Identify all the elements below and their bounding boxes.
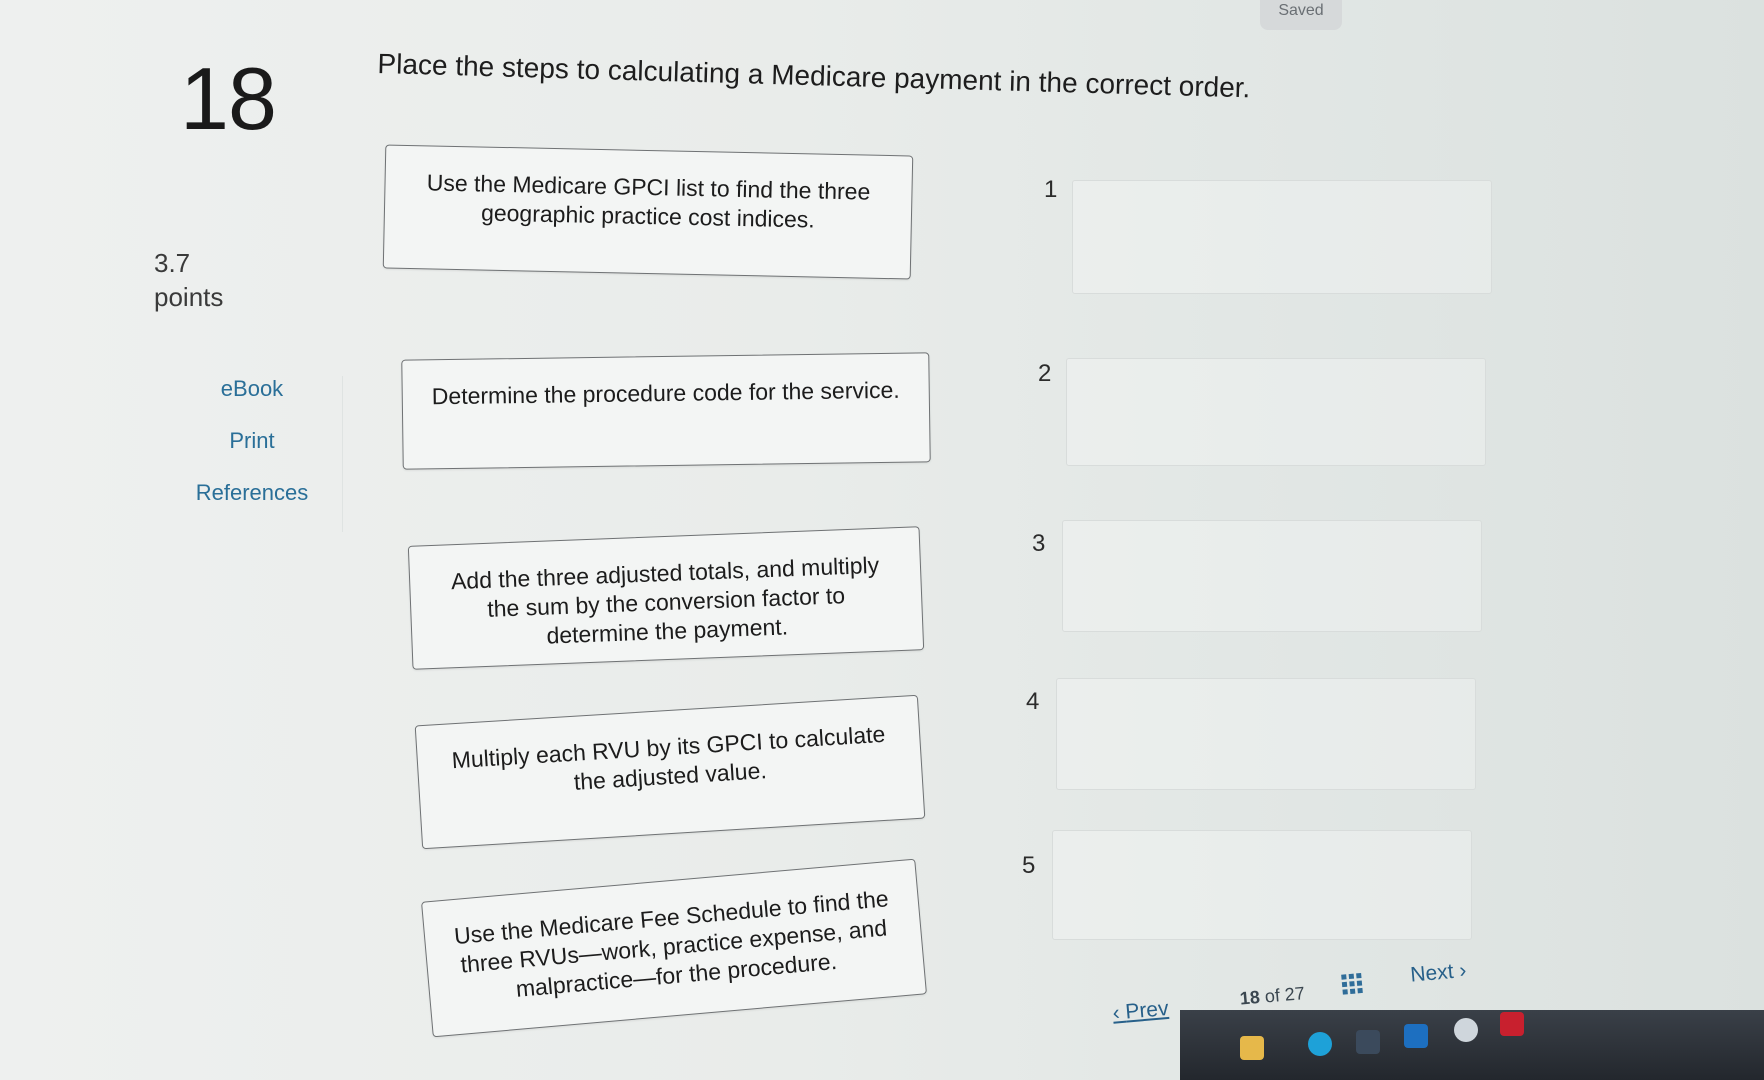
current-page: 18 xyxy=(1238,986,1261,1009)
points-label: points xyxy=(154,282,224,312)
tools-panel: eBook Print References xyxy=(162,376,343,532)
answer-card[interactable]: Determine the procedure code for the ser… xyxy=(401,352,931,470)
next-button[interactable]: Next › xyxy=(1409,959,1467,988)
drop-slot[interactable] xyxy=(1052,830,1472,940)
points-block: 3.7 points xyxy=(154,246,223,314)
grid-icon[interactable] xyxy=(1340,972,1364,996)
prev-button[interactable]: ‹ Prev xyxy=(1112,997,1170,1026)
card-text: Multiply each RVU by its GPCI to calcula… xyxy=(450,720,886,795)
page-of: of xyxy=(1263,985,1281,1007)
ebook-link[interactable]: eBook xyxy=(162,376,342,402)
folder-icon[interactable] xyxy=(1240,1036,1264,1060)
drop-slot[interactable] xyxy=(1072,180,1492,294)
slot-number: 1 xyxy=(1044,176,1058,203)
prev-label: Prev xyxy=(1124,996,1170,1024)
answer-card[interactable]: Add the three adjusted totals, and multi… xyxy=(407,526,925,670)
points-value: 3.7 xyxy=(154,248,191,278)
next-label: Next xyxy=(1409,959,1455,987)
card-text: Determine the procedure code for the ser… xyxy=(431,376,900,410)
card-text: Use the Medicare Fee Schedule to find th… xyxy=(452,885,890,1002)
dell-icon[interactable] xyxy=(1454,1018,1478,1042)
print-link[interactable]: Print xyxy=(162,428,342,454)
browser-icon[interactable] xyxy=(1308,1032,1332,1056)
card-text: Use the Medicare GPCI list to find the t… xyxy=(426,169,871,233)
os-taskbar xyxy=(1180,1010,1764,1080)
slot-number: 2 xyxy=(1038,360,1052,387)
references-link[interactable]: References xyxy=(162,480,342,506)
card-text: Add the three adjusted totals, and multi… xyxy=(450,551,880,649)
antivirus-icon[interactable] xyxy=(1500,1012,1524,1036)
slot-number: 3 xyxy=(1032,530,1046,557)
chevron-right-icon: › xyxy=(1452,958,1468,983)
answer-card[interactable]: Use the Medicare GPCI list to find the t… xyxy=(382,144,914,280)
saved-status: Saved xyxy=(1260,0,1342,30)
page-indicator: 18 of 27 xyxy=(1239,983,1306,1010)
app-icon[interactable] xyxy=(1404,1024,1428,1048)
drop-slot[interactable] xyxy=(1056,678,1476,790)
app-icon[interactable] xyxy=(1356,1030,1380,1054)
drop-slot[interactable] xyxy=(1066,358,1486,466)
total-pages: 27 xyxy=(1283,983,1306,1005)
question-number: 18 xyxy=(180,49,277,148)
slot-number: 4 xyxy=(1026,688,1040,715)
question-instruction: Place the steps to calculating a Medicar… xyxy=(377,48,1251,104)
answer-card[interactable]: Multiply each RVU by its GPCI to calcula… xyxy=(414,694,926,850)
answer-card[interactable]: Use the Medicare Fee Schedule to find th… xyxy=(421,858,927,1038)
slot-number: 5 xyxy=(1022,852,1036,879)
drop-slot[interactable] xyxy=(1062,520,1482,632)
